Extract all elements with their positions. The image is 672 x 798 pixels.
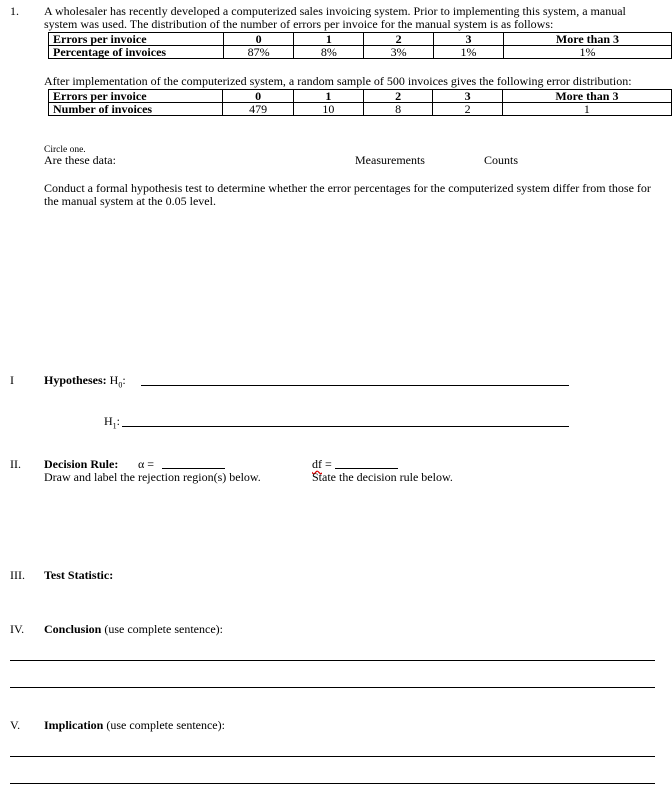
table-row-label: Number of invoices [47, 102, 224, 116]
table-cell: 2 [432, 102, 503, 116]
section-numeral-v: V. [10, 718, 21, 732]
h1-answer-line[interactable] [122, 426, 569, 427]
test-statistic-label: Test Statistic: [44, 568, 114, 582]
table-column-header: 0 [222, 32, 295, 46]
conclusion-answer-line-1[interactable] [10, 660, 655, 661]
computerized-system-table: Errors per invoice 0 1 2 3 More than 3 N… [47, 89, 672, 116]
h0-symbol: H0: [109, 373, 126, 390]
implication-answer-line-1[interactable] [10, 756, 655, 757]
table-row: Percentage of invoices 87% 8% 3% 1% 1% [48, 45, 672, 59]
option-counts[interactable]: Counts [484, 154, 518, 167]
implication-answer-line-2[interactable] [10, 783, 655, 784]
table-cell: 3% [363, 45, 435, 59]
table-column-header: 3 [432, 89, 503, 103]
section-numeral-iv: IV. [10, 622, 25, 636]
state-decision-rule-instruction: State the decision rule below. [312, 470, 453, 484]
section-numeral-iii: III. [10, 568, 25, 582]
df-answer-line[interactable] [335, 468, 398, 469]
implication-heading: Implication (use complete sentence): [44, 718, 225, 732]
table-cell: 87% [222, 45, 295, 59]
table-cell: 1 [501, 102, 672, 116]
table-cell: 479 [222, 102, 294, 116]
table-column-header: 0 [222, 89, 294, 103]
question-number: 1. [10, 4, 19, 18]
table-column-header: 2 [363, 32, 435, 46]
table-column-header: 1 [293, 32, 365, 46]
table-column-header: More than 3 [501, 89, 672, 103]
table-column-header: 1 [292, 89, 364, 103]
table-column-header: 3 [433, 32, 504, 46]
task-line-2: the manual system at the 0.05 level. [44, 194, 216, 208]
after-implementation-text: After implementation of the computerized… [44, 74, 632, 88]
table-header-label: Errors per invoice [48, 32, 224, 46]
table-row: Number of invoices 479 10 8 2 1 [47, 102, 672, 116]
conclusion-heading: Conclusion (use complete sentence): [44, 622, 223, 636]
table-cell: 10 [292, 102, 364, 116]
table-cell: 1% [502, 45, 672, 59]
table-row: Errors per invoice 0 1 2 3 More than 3 [47, 89, 672, 103]
alpha-answer-line[interactable] [162, 468, 225, 469]
table-cell: 8% [293, 45, 365, 59]
intro-line-2: system was used. The distribution of the… [44, 17, 554, 31]
table-column-header: More than 3 [502, 32, 672, 46]
data-type-prompt: Are these data: [44, 153, 116, 167]
table-cell: 8 [362, 102, 434, 116]
option-measurements[interactable]: Measurements [355, 154, 425, 167]
draw-rejection-instruction: Draw and label the rejection region(s) b… [44, 470, 261, 484]
hypotheses-h0-label: Hypotheses: H0: [44, 374, 126, 391]
table-row: Errors per invoice 0 1 2 3 More than 3 [48, 32, 672, 46]
table-row-label: Percentage of invoices [48, 45, 224, 59]
table-header-label: Errors per invoice [47, 89, 224, 103]
table-cell: 1% [433, 45, 504, 59]
manual-system-table: Errors per invoice 0 1 2 3 More than 3 P… [48, 32, 672, 59]
section-numeral-ii: II. [10, 457, 21, 471]
conclusion-answer-line-2[interactable] [10, 687, 655, 688]
section-numeral-i: I [10, 373, 14, 387]
table-column-header: 2 [362, 89, 434, 103]
h0-answer-line[interactable] [141, 385, 569, 386]
hypotheses-label: Hypotheses: [44, 373, 107, 387]
h1-symbol: H1: [104, 414, 121, 431]
